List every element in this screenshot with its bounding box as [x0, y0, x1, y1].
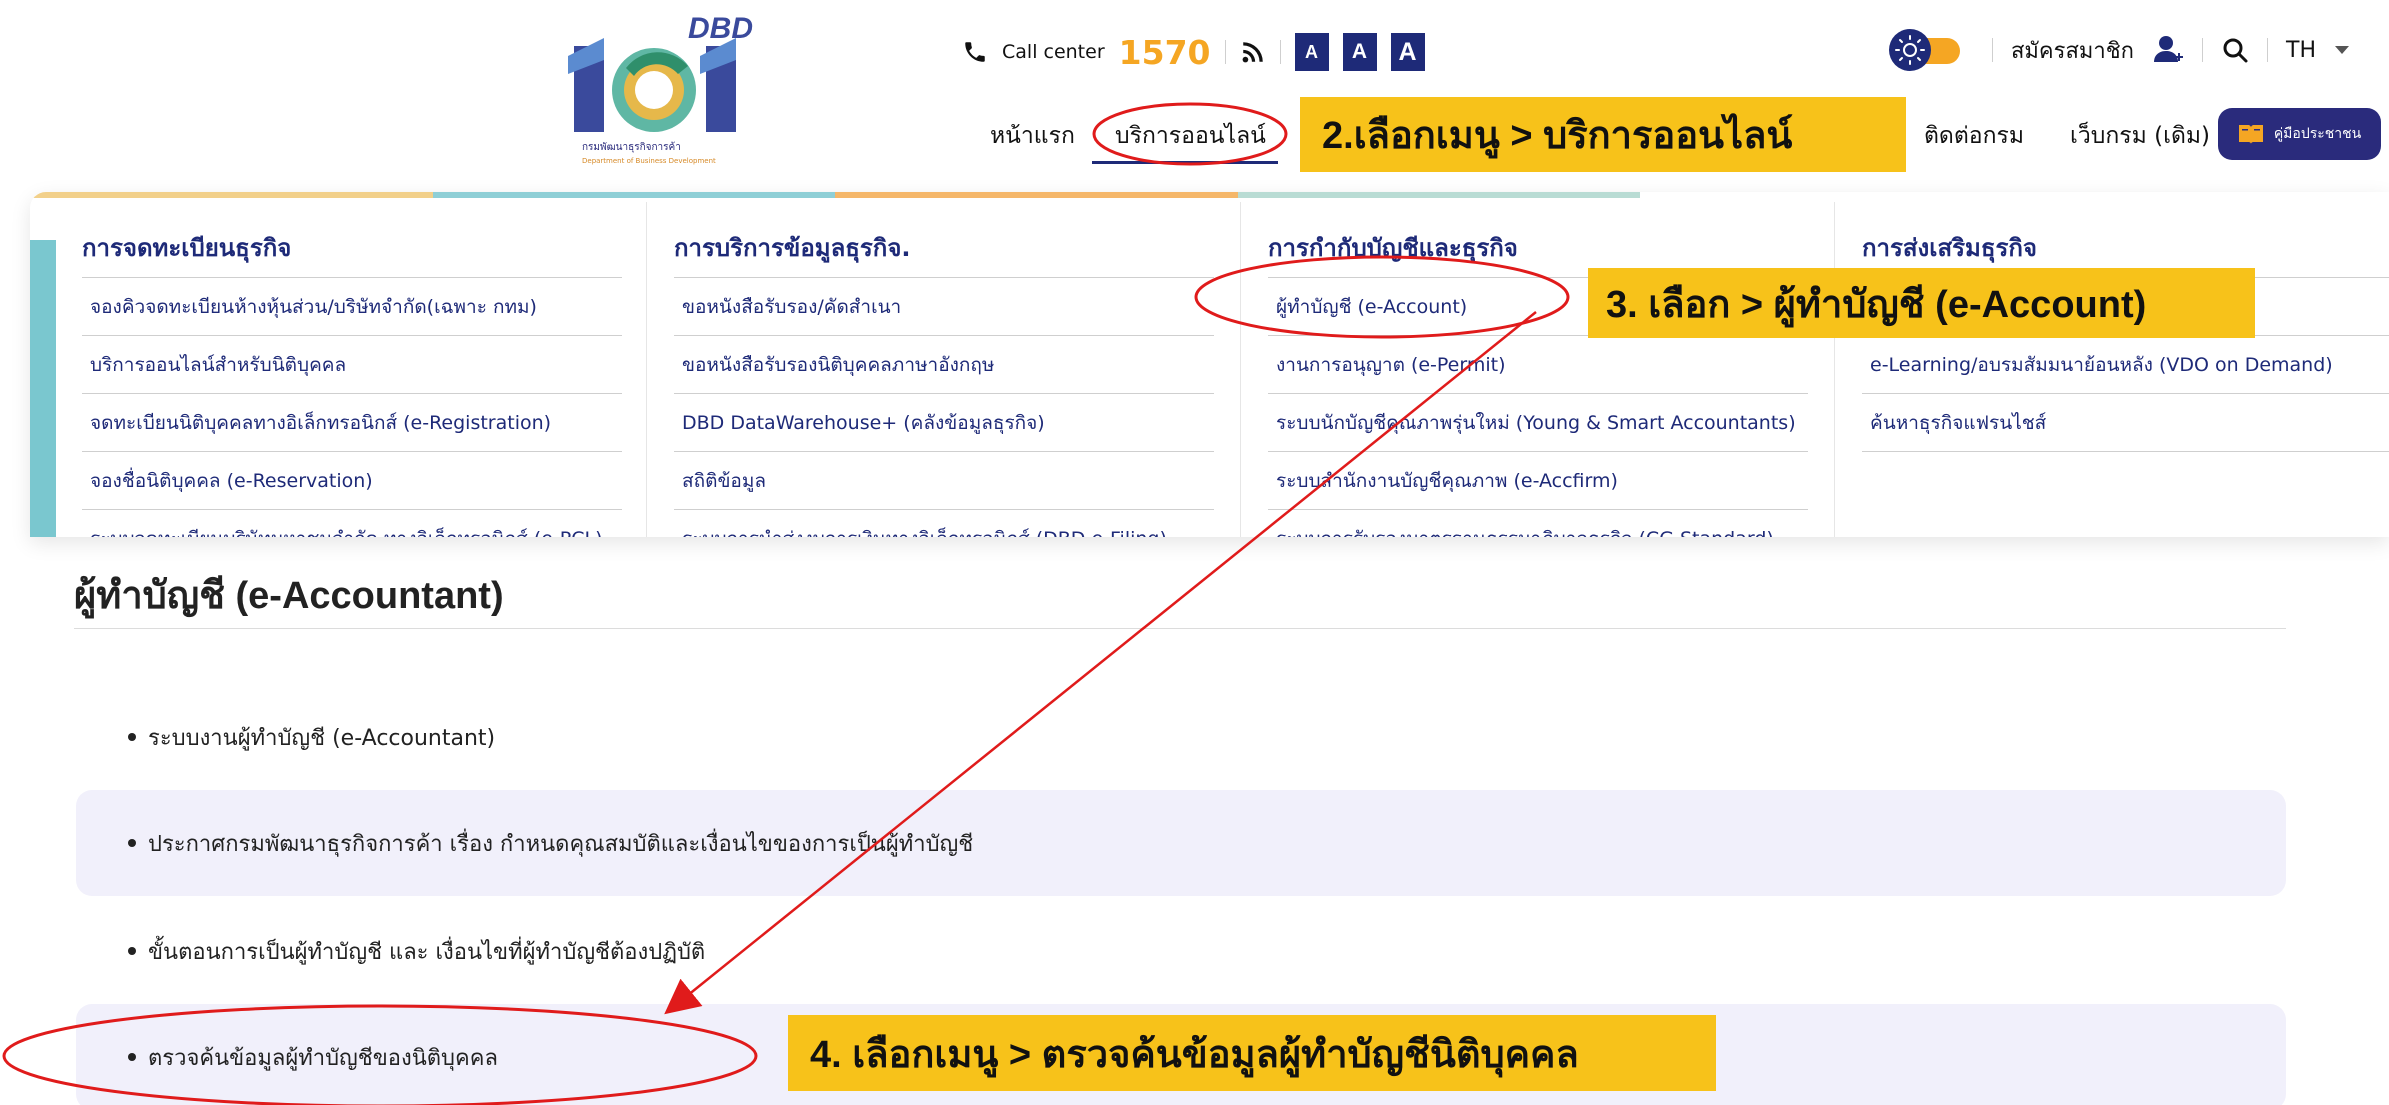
user-plus-icon[interactable] [2152, 34, 2184, 66]
annotation-callout-step2: 2.เลือกเมนู > บริการออนไลน์ [1300, 97, 1906, 172]
menu-heading: การจดทะเบียนธุรกิจ [82, 228, 622, 278]
divider [2267, 38, 2268, 62]
online-services-megamenu: การจดทะเบียนธุรกิจ จองคิวจดทะเบียนห้างหุ… [30, 192, 2389, 537]
chevron-down-icon[interactable] [2334, 45, 2350, 55]
bullet [128, 733, 136, 741]
menu-item[interactable]: ขอหนังสือรับรอง/คัดสำเนา [674, 278, 1214, 336]
utility-bar: Call center 1570 A A A [962, 30, 1425, 74]
menu-item[interactable]: ระบบการรับรองมาตรฐานธรรมาภิบาลธุรกิจ (CG… [1268, 510, 1808, 537]
nav-home[interactable]: หน้าแรก [990, 108, 1075, 164]
list-item-label: ระบบงานผู้ทำบัญชี (e-Accountant) [148, 725, 496, 751]
menu-item[interactable]: ระบบนักบัญชีคุณภาพรุ่นใหม่ (Young & Smar… [1268, 394, 1808, 452]
font-size-medium-button[interactable]: A [1342, 33, 1377, 71]
svg-text:DBD: DBD [688, 12, 753, 45]
call-center-number[interactable]: 1570 [1119, 33, 1211, 72]
menu-item[interactable]: ระบบสำนักงานบัญชีคุณภาพ (e-Accfirm) [1268, 452, 1808, 510]
annotation-callout-step3: 3. เลือก > ผู้ทำบัญชี (e-Account) [1588, 268, 2255, 338]
divider [1279, 40, 1281, 64]
divider [2202, 38, 2203, 62]
menu-column-registration: การจดทะเบียนธุรกิจ จองคิวจดทะเบียนห้างหุ… [82, 228, 622, 537]
call-center-label: Call center [1002, 41, 1105, 63]
theme-toggle[interactable] [1888, 28, 1962, 72]
column-divider [1834, 202, 1835, 537]
font-size-small-button[interactable]: A [1294, 33, 1329, 71]
nav-active-indicator [1092, 161, 1278, 164]
dbd-logo[interactable]: DBD กรมพัฒนาธุรกิจการค้า Department of B… [568, 8, 788, 168]
menu-item[interactable]: ค้นหาธุรกิจแฟรนไชส์ [1862, 394, 2389, 452]
bullet [128, 839, 136, 847]
citizen-guide-button[interactable]: คู่มือประชาชน [2218, 108, 2381, 160]
rss-icon[interactable] [1240, 39, 1266, 65]
list-item-label: ขั้นตอนการเป็นผู้ทำบัญชี และ เงื่อนไขที่… [148, 939, 706, 965]
nav-online-services[interactable]: บริการออนไลน์ [1115, 108, 1266, 164]
search-icon[interactable] [2221, 36, 2249, 64]
page-title: ผู้ทำบัญชี (e-Accountant) [74, 575, 504, 617]
svg-text:กรมพัฒนาธุรกิจการค้า: กรมพัฒนาธุรกิจการค้า [582, 141, 681, 153]
font-size-large-button[interactable]: A [1390, 33, 1425, 71]
menu-item[interactable]: สถิติข้อมูล [674, 452, 1214, 510]
phone-icon [965, 42, 985, 62]
menu-item[interactable]: จองชื่อนิติบุคคล (e-Reservation) [82, 452, 622, 510]
menu-column-information: การบริการข้อมูลธุรกิจ. ขอหนังสือรับรอง/ค… [674, 228, 1214, 537]
menu-item[interactable]: ขอหนังสือรับรองนิติบุคคลภาษาอังกฤษ [674, 336, 1214, 394]
divider [1224, 40, 1226, 64]
menu-color-strip [30, 192, 1640, 198]
menu-item[interactable]: บริการออนไลน์สำหรับนิติบุคคล [82, 336, 622, 394]
menu-item[interactable]: ระบบการนำส่งงบการเงินทางอิเล็กทรอนิกส์ (… [674, 510, 1214, 537]
list-item[interactable]: ระบบงานผู้ทำบัญชี (e-Accountant) [76, 684, 2286, 790]
title-divider [74, 628, 2286, 629]
menu-column-promotion: การส่งเสริมธุรกิจ e-Learning/อบรมสัมมนาย… [1862, 228, 2389, 452]
svg-text:Department of Business Develop: Department of Business Development [582, 157, 716, 165]
column-divider [1240, 202, 1241, 537]
menu-item[interactable]: จดทะเบียนนิติบุคคลทางอิเล็กทรอนิกส์ (e-R… [82, 394, 622, 452]
menu-item[interactable]: จองคิวจดทะเบียนห้างหุ้นส่วน/บริษัทจำกัด(… [82, 278, 622, 336]
divider [1992, 38, 1993, 62]
book-icon [2238, 125, 2263, 144]
account-bar: สมัครสมาชิก TH [1992, 28, 2350, 72]
menu-heading: การบริการข้อมูลธุรกิจ. [674, 228, 1214, 278]
list-item-label: ตรวจค้นข้อมูลผู้ทำบัญชีของนิติบุคคล [148, 1045, 498, 1071]
annotation-callout-step4: 4. เลือกเมนู > ตรวจค้นข้อมูลผู้ทำบัญชีนิ… [788, 1015, 1716, 1091]
list-item-label: ประกาศกรมพัฒนาธุรกิจการค้า เรื่อง กำหนดค… [148, 831, 974, 857]
menu-item[interactable]: งานการอนุญาต (e-Permit) [1268, 336, 1808, 394]
column-divider [646, 202, 647, 537]
list-item[interactable]: ประกาศกรมพัฒนาธุรกิจการค้า เรื่อง กำหนดค… [76, 790, 2286, 896]
nav-contact[interactable]: ติดต่อกรม [1924, 108, 2024, 164]
menu-item[interactable]: DBD DataWarehouse+ (คลังข้อมูลธุรกิจ) [674, 394, 1214, 452]
list-item[interactable]: ขั้นตอนการเป็นผู้ทำบัญชี และ เงื่อนไขที่… [76, 898, 2286, 1004]
language-selector[interactable]: TH [2286, 38, 2316, 63]
menu-item[interactable]: ระบบจดทะเบียนบริษัทมหาชนจำกัด ทางอิเล็กท… [82, 510, 622, 537]
menu-item[interactable]: e-Learning/อบรมสัมมนาย้อนหลัง (VDO on De… [1862, 336, 2389, 394]
bullet [128, 1053, 136, 1061]
citizen-guide-label: คู่มือประชาชน [2273, 126, 2362, 142]
bullet [128, 947, 136, 955]
nav-old-website[interactable]: เว็บกรม (เดิม) [2070, 108, 2210, 164]
menu-accent-bar [30, 240, 56, 537]
signup-link[interactable]: สมัครสมาชิก [2011, 33, 2134, 68]
